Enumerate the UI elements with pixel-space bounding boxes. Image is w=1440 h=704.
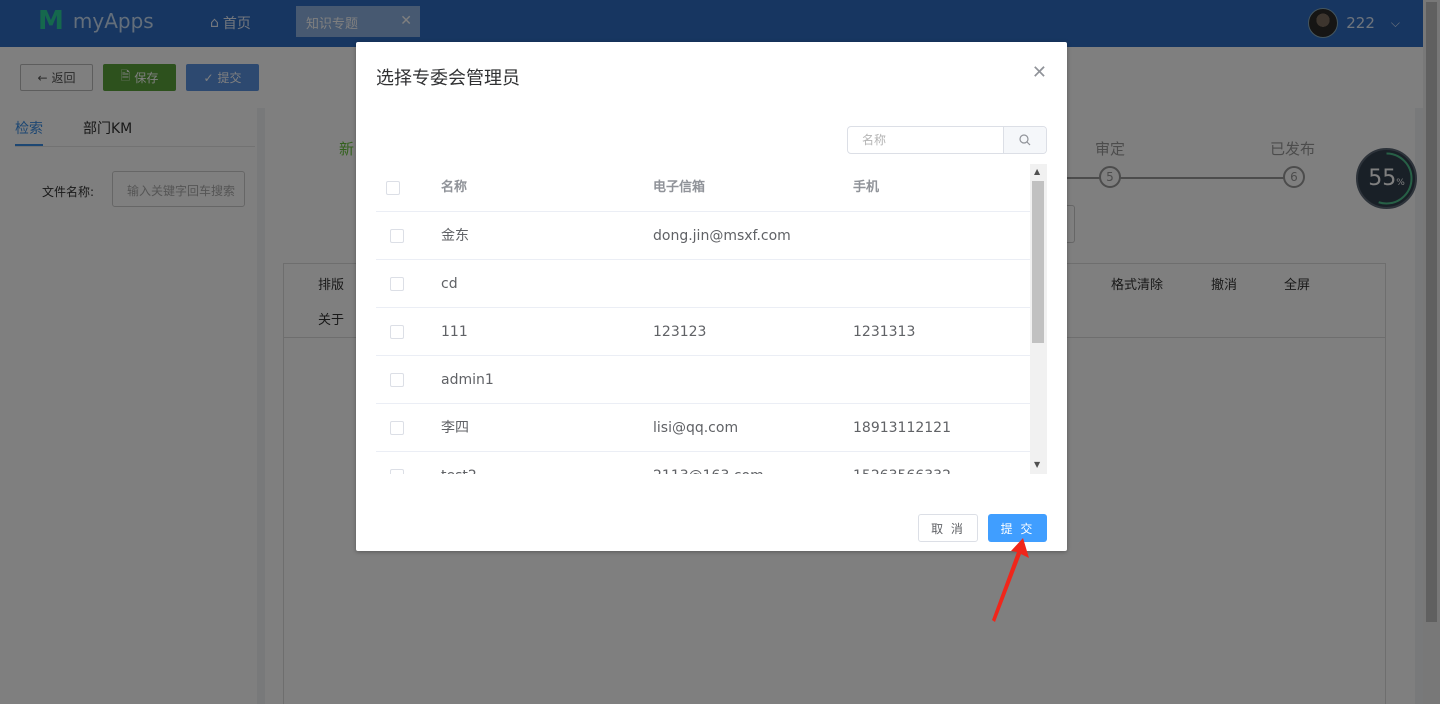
scroll-up-arrow-icon[interactable]: ▲ [1034,167,1040,176]
table-row[interactable]: 金东 dong.jin@msxf.com [376,212,1030,260]
search-button[interactable] [1003,127,1046,153]
table-row[interactable]: 111 123123 1231313 [376,308,1030,356]
cell-email: dong.jin@msxf.com [653,228,791,244]
table-row[interactable]: cd [376,260,1030,308]
row-checkbox[interactable] [390,277,404,291]
cell-email: 2113@163.com [653,452,764,474]
cell-name: 李四 [441,420,469,436]
search-box [847,126,1047,154]
cancel-button[interactable]: 取 消 [918,514,978,542]
cell-name: 金东 [441,228,469,244]
cell-email: lisi@qq.com [653,420,739,436]
row-checkbox[interactable] [390,373,404,387]
cell-email: 123123 [653,324,707,340]
cell-phone: 15263566332 [853,452,951,474]
column-header-name: 名称 [441,180,468,195]
row-checkbox[interactable] [390,469,404,474]
table-row[interactable]: 李四 lisi@qq.com 18913112121 [376,404,1030,452]
table-header: 名称 电子信箱 手机 [376,164,1030,212]
row-checkbox[interactable] [390,325,404,339]
table-scrollbar[interactable]: ▲ ▼ [1030,164,1047,474]
annotation-arrow-icon [992,538,1029,622]
row-checkbox[interactable] [390,421,404,435]
close-icon[interactable]: ✕ [1032,62,1047,83]
cell-phone: 1231313 [853,324,916,340]
search-input[interactable] [848,127,1003,153]
table-row[interactable]: admin1 [376,356,1030,404]
cell-name: 111 [441,324,468,340]
cell-name: test2 [441,452,477,474]
cell-phone: 18913112121 [853,420,951,436]
dialog-title: 选择专委会管理员 [376,68,520,89]
search-icon [1019,134,1031,146]
column-header-email: 电子信箱 [653,180,706,195]
cell-name: admin1 [441,372,494,388]
select-admin-dialog: 选择专委会管理员 ✕ 名称 电子信箱 手机 金东 dong.jin@msxf.co… [356,42,1067,551]
table-row[interactable]: test2 2113@163.com 15263566332 [376,452,1030,474]
cell-name: cd [441,276,458,292]
select-all-checkbox[interactable] [386,181,400,195]
scroll-down-arrow-icon[interactable]: ▼ [1034,460,1040,469]
user-table: 名称 电子信箱 手机 金东 dong.jin@msxf.com cd 111 12312… [376,164,1047,474]
column-header-phone: 手机 [853,180,880,195]
row-checkbox[interactable] [390,229,404,243]
table-scrollbar-thumb[interactable] [1032,181,1044,343]
